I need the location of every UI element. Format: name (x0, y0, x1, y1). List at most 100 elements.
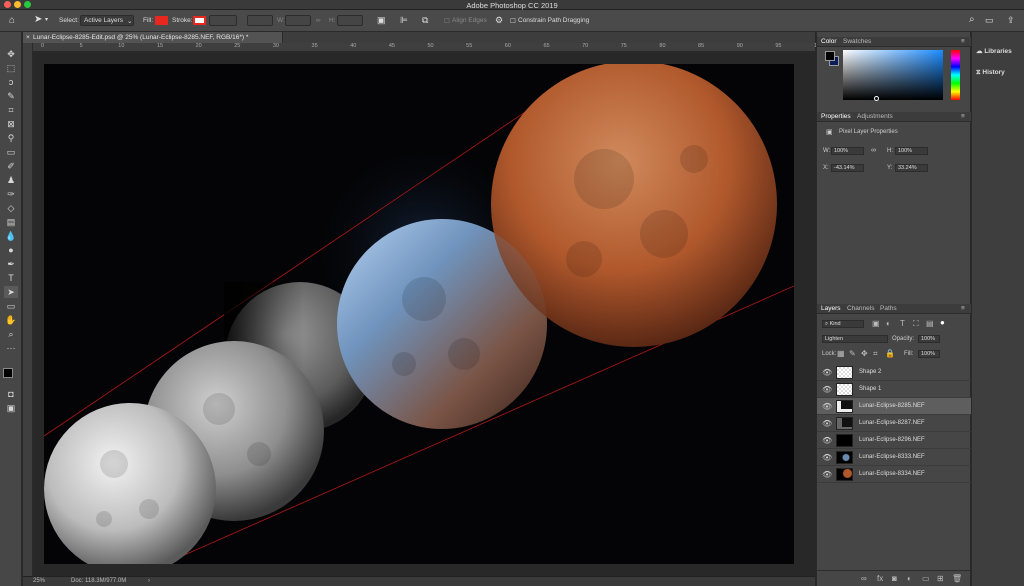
eyedropper-tool-icon[interactable]: ⚲ (4, 132, 18, 144)
new-group-icon[interactable]: ▭ (922, 574, 930, 583)
link-icon[interactable]: ∞ (316, 17, 321, 24)
constrain-path-checkbox[interactable]: ☐ (510, 17, 516, 25)
quick-selection-tool-icon[interactable]: ✎ (4, 90, 18, 102)
link-icon[interactable]: ∞ (871, 147, 876, 154)
blur-tool-icon[interactable]: 💧 (4, 230, 18, 242)
layer-row[interactable]: 👁 Shape 2 (817, 364, 971, 381)
visibility-eye-icon[interactable]: 👁 (822, 368, 832, 377)
layer-row[interactable]: 👁 Lunar-Eclipse-8333.NEF (817, 449, 971, 466)
document-tab[interactable]: × Lunar-Eclipse-8285-Edit.psd @ 25% (Lun… (23, 32, 283, 43)
hue-slider[interactable] (951, 50, 960, 100)
blend-mode-dropdown[interactable]: Lighten (822, 335, 888, 343)
fill-swatch[interactable] (155, 16, 168, 25)
link-layers-icon[interactable]: ∞ (861, 574, 867, 583)
hand-tool-icon[interactable]: ✋ (4, 314, 18, 326)
frame-tool-icon[interactable]: ⊠ (4, 118, 18, 130)
path-selection-tool-icon[interactable]: ➤ (34, 14, 42, 25)
gear-icon[interactable]: ⚙ (495, 15, 503, 26)
lasso-tool-icon[interactable]: ↄ (4, 76, 18, 88)
crop-tool-icon[interactable]: ⌗ (4, 104, 18, 116)
layer-mask-icon[interactable]: ◙ (892, 574, 897, 583)
tab-layers[interactable]: Layers (821, 305, 841, 312)
tab-channels[interactable]: Channels (847, 305, 874, 312)
select-dropdown[interactable]: Active Layers ⌄ (80, 15, 134, 26)
panel-menu-icon[interactable]: ≡ (961, 305, 965, 312)
stroke-width-input[interactable] (209, 15, 237, 26)
tab-color[interactable]: Color (821, 38, 837, 45)
more-tools-icon[interactable]: ··· (4, 342, 18, 354)
tab-adjustments[interactable]: Adjustments (857, 113, 893, 120)
lock-image-icon[interactable]: ✎ (849, 349, 856, 358)
zoom-level[interactable]: 25% (33, 578, 45, 584)
lock-transparent-icon[interactable]: ▦ (837, 349, 845, 358)
foreground-color-swatch[interactable] (825, 51, 835, 61)
filter-smart-object-icon[interactable]: ▤ (926, 319, 934, 328)
width-input[interactable] (285, 15, 311, 26)
layer-row-selected[interactable]: 👁 Lunar-Eclipse-8285.NEF (817, 398, 971, 415)
filter-pixel-icon[interactable]: ▣ (872, 319, 880, 328)
home-icon[interactable]: ⌂ (9, 15, 15, 26)
visibility-eye-icon[interactable]: 👁 (822, 419, 832, 428)
lock-position-icon[interactable]: ✥ (861, 349, 868, 358)
pen-tool-icon[interactable]: ✒ (4, 258, 18, 270)
stroke-type-dropdown[interactable] (247, 15, 273, 26)
close-icon[interactable]: × (26, 34, 30, 41)
lock-all-icon[interactable]: 🔒 (885, 349, 895, 358)
tab-swatches[interactable]: Swatches (843, 38, 871, 45)
align-edges-checkbox[interactable]: ☐ (444, 17, 450, 25)
marquee-tool-icon[interactable]: ⬚ (4, 62, 18, 74)
layer-row[interactable]: 👁 Shape 1 (817, 381, 971, 398)
lock-artboard-icon[interactable]: ⌗ (873, 349, 878, 359)
filter-toggle-icon[interactable]: ● (940, 318, 945, 327)
visibility-eye-icon[interactable]: 👁 (822, 385, 832, 394)
height-field[interactable]: 100% (895, 147, 928, 155)
width-field[interactable]: 100% (831, 147, 864, 155)
panel-menu-icon[interactable]: ≡ (961, 113, 965, 120)
color-picker-cursor[interactable] (874, 96, 879, 101)
quick-mask-icon[interactable]: ◘ (4, 388, 18, 400)
height-input[interactable] (337, 15, 363, 26)
new-layer-icon[interactable]: ⊞ (937, 574, 944, 583)
type-tool-icon[interactable]: T (4, 272, 18, 284)
dodge-tool-icon[interactable]: ● (4, 244, 18, 256)
layer-style-icon[interactable]: fx (877, 574, 883, 583)
x-field[interactable]: -43.14% (831, 164, 864, 172)
share-icon[interactable]: ⇪ (1007, 15, 1015, 26)
filter-shape-icon[interactable]: ⛶ (913, 319, 919, 329)
workspace-icon[interactable]: ▭ (985, 15, 994, 26)
brush-tool-icon[interactable]: ✐ (4, 160, 18, 172)
filter-adjustment-icon[interactable]: ◐ (886, 319, 891, 328)
path-arrangement-icon[interactable]: ⧉ (422, 15, 428, 26)
clone-stamp-tool-icon[interactable]: ♟ (4, 174, 18, 186)
shape-tool-icon[interactable]: ▭ (4, 300, 18, 312)
status-menu-arrow-icon[interactable]: › (148, 578, 150, 584)
history-brush-tool-icon[interactable]: ✑ (4, 188, 18, 200)
layer-filter-dropdown[interactable]: ⌕ Kind (822, 320, 864, 328)
tab-paths[interactable]: Paths (880, 305, 897, 312)
search-icon[interactable]: ⌕ (969, 14, 975, 25)
fill-field[interactable]: 100% (918, 350, 940, 358)
move-tool-icon[interactable]: ✥ (4, 48, 18, 60)
stroke-swatch[interactable] (193, 16, 206, 25)
visibility-eye-icon[interactable]: 👁 (822, 402, 832, 411)
screen-mode-icon[interactable]: ▣ (4, 402, 18, 414)
foreground-color-swatch[interactable] (3, 368, 13, 378)
chevron-down-icon[interactable]: ▾ (45, 16, 48, 23)
healing-brush-tool-icon[interactable]: ▭ (4, 146, 18, 158)
history-dock-item[interactable]: ⧖ History (976, 69, 1005, 77)
filter-type-icon[interactable]: T (900, 319, 905, 328)
adjustment-layer-icon[interactable]: ◐ (907, 574, 912, 583)
libraries-dock-item[interactable]: ☁ Libraries (976, 47, 1012, 55)
y-field[interactable]: 33.24% (895, 164, 928, 172)
zoom-tool-icon[interactable]: ⌕ (4, 328, 18, 340)
visibility-eye-icon[interactable]: 👁 (822, 453, 832, 462)
gradient-tool-icon[interactable]: ▤ (4, 216, 18, 228)
layer-row[interactable]: 👁 Lunar-Eclipse-8334.NEF (817, 466, 971, 483)
opacity-field[interactable]: 100% (918, 335, 940, 343)
trash-icon[interactable]: 🗑 (952, 574, 962, 583)
panel-menu-icon[interactable]: ≡ (961, 38, 965, 45)
layer-row[interactable]: 👁 Lunar-Eclipse-8296.NEF (817, 432, 971, 449)
layer-row[interactable]: 👁 Lunar-Eclipse-8287.NEF (817, 415, 971, 432)
eraser-tool-icon[interactable]: ◇ (4, 202, 18, 214)
visibility-eye-icon[interactable]: 👁 (822, 470, 832, 479)
